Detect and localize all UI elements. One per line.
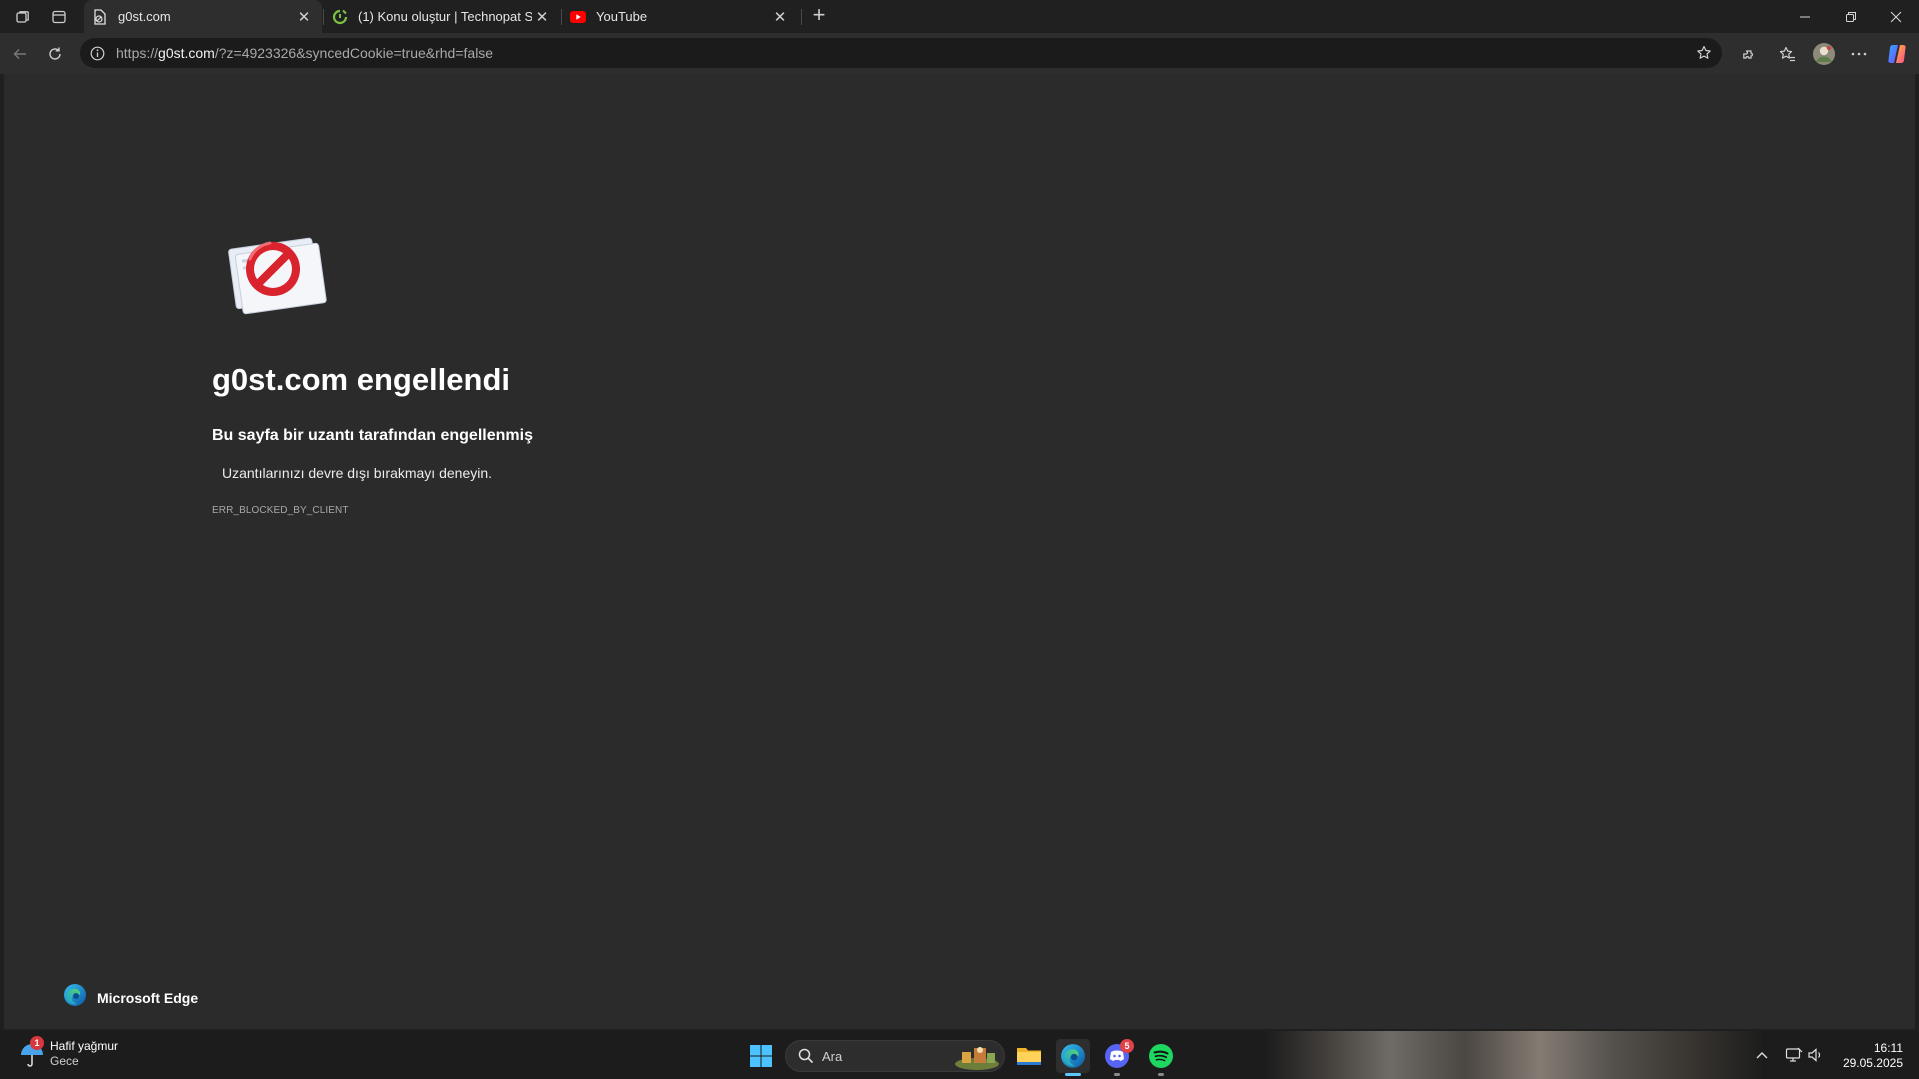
favorite-star-icon[interactable] (1694, 43, 1714, 63)
edge-taskbar-icon[interactable] (1056, 1039, 1090, 1076)
page-title: g0st.com engellendi (212, 362, 511, 397)
taskbar: 1 Hafif yağmur Gece Ara 5 16:11 29.05.20… (0, 1031, 1919, 1079)
tab-technopat[interactable]: (1) Konu oluştur | Technopat Sosyal ✕ (324, 0, 560, 33)
tab-label: g0st.com (118, 9, 171, 24)
close-tab-icon[interactable]: ✕ (294, 7, 314, 27)
rain-umbrella-icon: 1 (18, 1036, 46, 1069)
clock-time: 16:11 (1873, 1041, 1903, 1055)
restore-button[interactable] (1828, 0, 1874, 33)
discord-icon[interactable]: 5 (1100, 1039, 1134, 1076)
copilot-icon[interactable] (1884, 41, 1910, 67)
browser-toolbar: https://g0st.com/?z=4923326&syncedCookie… (0, 33, 1919, 74)
search-icon (798, 1048, 814, 1064)
search-highlight-illustration (954, 1044, 1000, 1070)
close-window-button[interactable] (1873, 0, 1919, 33)
blocked-page-illustration (222, 229, 332, 317)
address-bar[interactable]: https://g0st.com/?z=4923326&syncedCookie… (80, 38, 1722, 68)
weather-condition: Hafif yağmur (50, 1039, 119, 1053)
settings-more-icon[interactable] (1846, 41, 1872, 67)
edge-brand-label: Microsoft Edge (97, 989, 199, 1006)
close-tab-icon[interactable]: ✕ (532, 7, 552, 27)
search-placeholder: Ara (822, 1048, 843, 1064)
running-indicator (1158, 1073, 1164, 1076)
clock-date: 29.05.2025 (1842, 1056, 1903, 1070)
weather-widget[interactable]: 1 Hafif yağmur Gece (18, 1036, 119, 1069)
system-clock[interactable]: 16:11 29.05.2025 (1843, 1041, 1903, 1071)
tab-strip: g0st.com ✕ (1) Konu oluştur | Technopat … (0, 0, 1919, 33)
tab-g0st[interactable]: g0st.com ✕ (84, 0, 322, 33)
edge-logo-icon (63, 983, 87, 1012)
tab-separator (801, 9, 802, 25)
file-explorer-icon[interactable] (1012, 1039, 1046, 1073)
network-icon[interactable] (1784, 1045, 1804, 1065)
new-tab-button[interactable]: + (808, 2, 830, 27)
close-tab-icon[interactable]: ✕ (770, 7, 790, 27)
discord-notification-badge: 5 (1120, 1039, 1134, 1053)
youtube-icon (570, 9, 586, 25)
suggestion-text: Uzantılarınızı devre dışı bırakmayı dene… (222, 465, 493, 481)
workspaces-icon[interactable] (12, 6, 34, 28)
tab-label: YouTube (596, 9, 648, 24)
blocked-page-icon (92, 8, 108, 25)
url-host: g0st.com (158, 45, 215, 61)
volume-icon[interactable] (1806, 1045, 1826, 1065)
site-info-icon[interactable] (88, 44, 106, 62)
page-subtitle: Bu sayfa bir uzantı tarafından engellenm… (212, 427, 533, 444)
running-indicator (1114, 1073, 1120, 1076)
error-code: ERR_BLOCKED_BY_CLIENT (212, 505, 349, 516)
minimize-button[interactable] (1782, 0, 1828, 33)
favorites-icon[interactable] (1774, 41, 1800, 67)
start-button[interactable] (744, 1039, 778, 1073)
tab-actions-icon[interactable] (48, 6, 70, 28)
refresh-button[interactable] (42, 41, 68, 67)
weather-badge: 1 (30, 1036, 44, 1050)
running-indicator (1065, 1073, 1081, 1076)
back-button[interactable] (7, 41, 33, 67)
technopat-icon (332, 9, 348, 25)
taskbar-search-box[interactable]: Ara (785, 1040, 1005, 1072)
profile-avatar[interactable] (1811, 41, 1837, 67)
spotify-icon[interactable] (1144, 1039, 1178, 1076)
extensions-icon[interactable] (1734, 41, 1760, 67)
taskbar-wallpaper-strip (1265, 1031, 1765, 1079)
tab-label: (1) Konu oluştur | Technopat Sosyal (358, 9, 532, 24)
url-prefix: https:// (116, 45, 159, 61)
show-hidden-icons-chevron-icon[interactable] (1752, 1045, 1772, 1065)
weather-period: Gece (50, 1054, 79, 1068)
url-path: /?z=4923326&syncedCookie=true&rhd=false (214, 45, 494, 61)
error-page (4, 74, 1915, 1029)
tab-youtube[interactable]: YouTube ✕ (562, 0, 798, 33)
address-url[interactable]: https://g0st.com/?z=4923326&syncedCookie… (116, 45, 493, 61)
edge-branding: Microsoft Edge (63, 983, 198, 1012)
